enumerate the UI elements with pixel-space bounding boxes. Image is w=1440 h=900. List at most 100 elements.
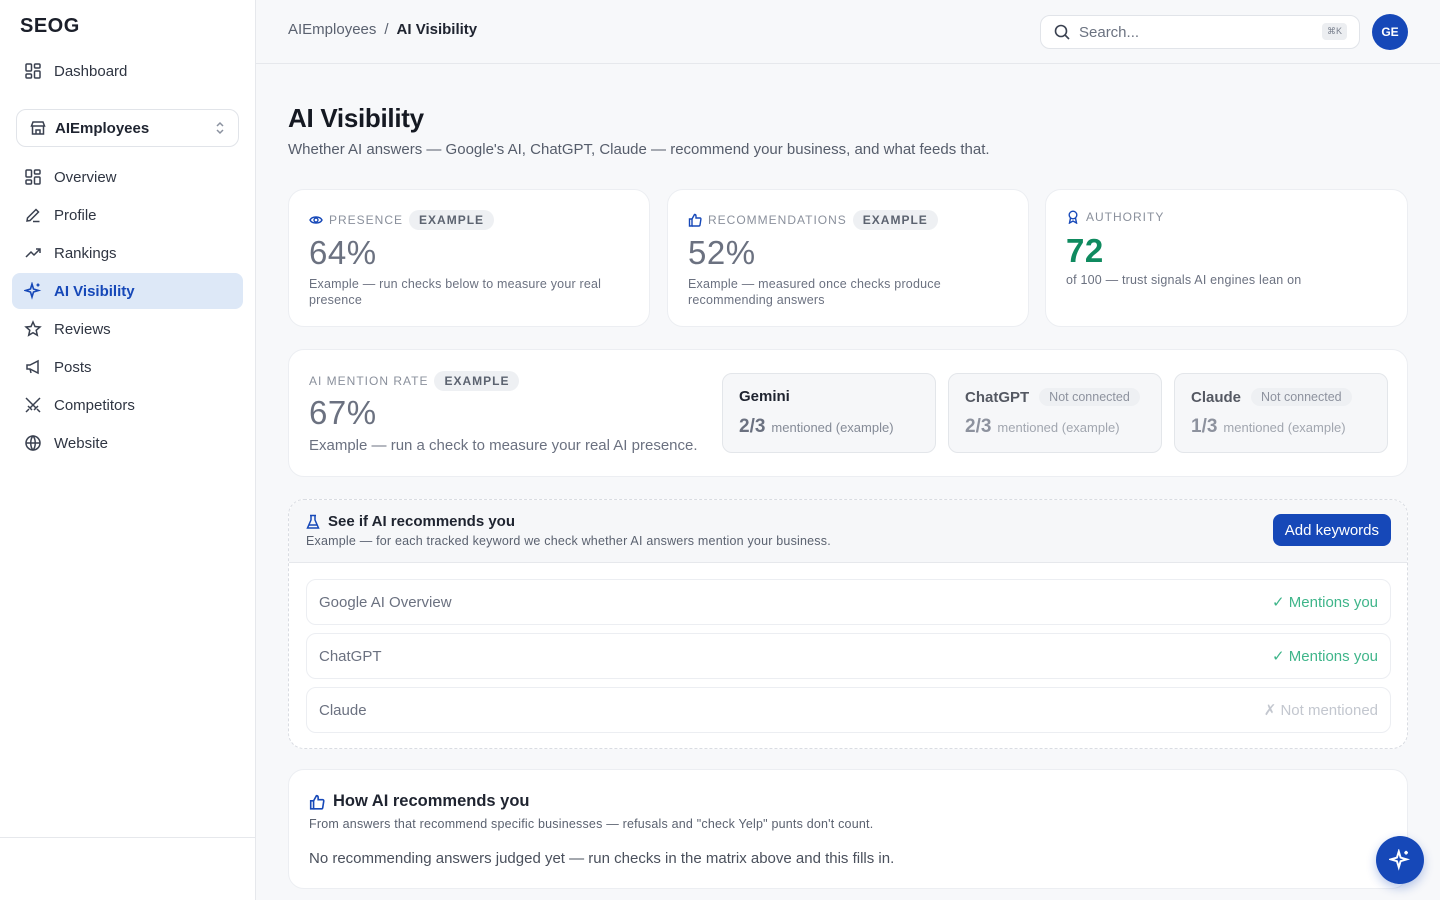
thumbs-up-icon bbox=[688, 213, 702, 227]
page-title: AI Visibility bbox=[288, 103, 424, 133]
example-badge: EXAMPLE bbox=[409, 210, 495, 230]
sidebar-item-label: Reviews bbox=[54, 320, 111, 338]
matrix-row[interactable]: Google AI Overview ✓ Mentions you bbox=[306, 579, 1391, 625]
swords-icon bbox=[24, 396, 42, 414]
engine-score-row: 2/3 mentioned (example) bbox=[965, 416, 1120, 438]
recommendations-note: Example — measured once checks produce r… bbox=[688, 277, 941, 307]
engine-score: 1/3 bbox=[1191, 416, 1218, 437]
sidebar-item-label: Posts bbox=[54, 358, 92, 376]
sidebar-item-reviews[interactable]: Reviews bbox=[12, 311, 243, 347]
matrix-header: See if AI recommends you Example — for e… bbox=[289, 500, 1407, 563]
engine-score: 2/3 bbox=[739, 416, 766, 437]
thumbs-up-icon bbox=[309, 794, 325, 810]
megaphone-icon bbox=[24, 358, 42, 376]
sidebar-item-rankings[interactable]: Rankings bbox=[12, 235, 243, 271]
recommendations-card: RECOMMENDATIONS EXAMPLE 52% Example — me… bbox=[667, 189, 1029, 327]
trend-icon bbox=[24, 244, 42, 262]
presence-label-row: PRESENCE EXAMPLE bbox=[309, 210, 495, 230]
ai-assistant-button[interactable] bbox=[1376, 836, 1424, 884]
breadcrumb-workspace[interactable]: AIEmployees bbox=[288, 21, 376, 38]
engine-score-row: 2/3 mentioned (example) bbox=[739, 416, 894, 438]
logo[interactable]: SEOG bbox=[20, 12, 80, 40]
presence-note: Example — run checks below to measure yo… bbox=[309, 277, 602, 307]
chevron-up-down-icon bbox=[214, 120, 226, 140]
mention-result: ✓ Mentions you bbox=[1272, 648, 1378, 665]
award-icon bbox=[1066, 210, 1080, 224]
mention-rate-label-row: AI MENTION RATE EXAMPLE bbox=[309, 371, 520, 391]
authority-label: AUTHORITY bbox=[1086, 210, 1165, 224]
engine-card-chatgpt[interactable]: ChatGPT Not connected 2/3 mentioned (exam… bbox=[948, 373, 1162, 453]
engine-name-row: Claude Not connected bbox=[1191, 388, 1352, 406]
authority-value: 72 bbox=[1066, 232, 1104, 269]
presence-card: PRESENCE EXAMPLE 64% Example — run check… bbox=[288, 189, 650, 327]
globe-icon bbox=[24, 434, 42, 452]
flask-icon bbox=[306, 514, 320, 530]
sidebar-item-overview[interactable]: Overview bbox=[12, 159, 243, 195]
mention-rate-label: AI MENTION RATE bbox=[309, 374, 429, 388]
matrix-title: See if AI recommends you bbox=[328, 513, 516, 530]
engine-score-suffix: mentioned (example) bbox=[997, 420, 1120, 435]
sidebar: SEOG Dashboard AIEmployees Overview Prof… bbox=[0, 0, 256, 900]
sidebar-item-label: Competitors bbox=[54, 396, 135, 414]
matrix-engine: Google AI Overview bbox=[319, 593, 452, 611]
sidebar-item-label: AI Visibility bbox=[54, 282, 135, 300]
mention-rate-value: 67% bbox=[309, 394, 377, 431]
search-shortcut: ⌘K bbox=[1321, 23, 1347, 40]
search-icon bbox=[1053, 23, 1071, 41]
sidebar-item-profile[interactable]: Profile bbox=[12, 197, 243, 233]
authority-note: of 100 — trust signals AI engines lean o… bbox=[1066, 273, 1302, 287]
matrix-engine: ChatGPT bbox=[319, 647, 382, 665]
not-connected-badge: Not connected bbox=[1251, 388, 1352, 406]
sidebar-item-label: Profile bbox=[54, 206, 97, 224]
grid-icon bbox=[24, 62, 42, 80]
matrix-title-row: See if AI recommends you bbox=[306, 513, 515, 530]
engine-name-row: ChatGPT Not connected bbox=[965, 388, 1140, 406]
engine-card-gemini[interactable]: Gemini 2/3 mentioned (example) bbox=[722, 373, 936, 453]
how-title: How AI recommends you bbox=[333, 792, 530, 810]
sidebar-item-dashboard[interactable]: Dashboard bbox=[12, 53, 243, 89]
sidebar-item-label: Dashboard bbox=[54, 62, 128, 80]
authority-label-row: AUTHORITY bbox=[1066, 210, 1164, 224]
engine-card-claude[interactable]: Claude Not connected 1/3 mentioned (examp… bbox=[1174, 373, 1388, 453]
workspace-switcher[interactable]: AIEmployees bbox=[16, 109, 239, 147]
engine-name: Claude bbox=[1191, 388, 1242, 406]
engine-name-row: Gemini bbox=[739, 388, 790, 405]
sidebar-item-website[interactable]: Website bbox=[12, 425, 243, 461]
mention-result: ✓ Mentions you bbox=[1272, 594, 1378, 611]
pen-icon bbox=[24, 206, 42, 224]
sidebar-item-label: Website bbox=[54, 434, 108, 452]
recommendations-value: 52% bbox=[688, 234, 756, 271]
grid-icon bbox=[24, 168, 42, 186]
matrix-row[interactable]: ChatGPT ✓ Mentions you bbox=[306, 633, 1391, 679]
sidebar-divider bbox=[0, 837, 255, 838]
engine-score-row: 1/3 mentioned (example) bbox=[1191, 416, 1346, 438]
example-badge: EXAMPLE bbox=[852, 210, 938, 230]
sidebar-item-competitors[interactable]: Competitors bbox=[12, 387, 243, 423]
authority-card: AUTHORITY 72 of 100 — trust signals AI e… bbox=[1045, 189, 1408, 327]
how-subtitle: From answers that recommend specific bus… bbox=[309, 817, 874, 831]
add-keywords-button[interactable]: Add keywords bbox=[1272, 514, 1391, 546]
presence-label: PRESENCE bbox=[329, 213, 404, 227]
mention-rate-card: AI MENTION RATE EXAMPLE 67% Example — ru… bbox=[288, 349, 1408, 477]
how-ai-recommends-card: How AI recommends you From answers that … bbox=[288, 769, 1408, 889]
sidebar-item-label: Overview bbox=[54, 168, 117, 186]
sidebar-item-posts[interactable]: Posts bbox=[12, 349, 243, 385]
search-input[interactable]: Search... ⌘K bbox=[1040, 15, 1360, 49]
sidebar-item-label: Rankings bbox=[54, 244, 117, 262]
sparkle-icon bbox=[24, 282, 42, 300]
engine-name: ChatGPT bbox=[965, 388, 1030, 406]
store-icon bbox=[29, 119, 47, 137]
matrix-row[interactable]: Claude ✗ Not mentioned bbox=[306, 687, 1391, 733]
matrix-subtitle: Example — for each tracked keyword we ch… bbox=[306, 534, 831, 548]
recommendations-label-row: RECOMMENDATIONS EXAMPLE bbox=[688, 210, 938, 230]
example-badge: EXAMPLE bbox=[434, 371, 520, 391]
not-connected-badge: Not connected bbox=[1039, 388, 1140, 406]
search-placeholder: Search... bbox=[1079, 23, 1140, 41]
star-icon bbox=[24, 320, 42, 338]
avatar[interactable]: GE bbox=[1372, 14, 1408, 50]
engine-score-suffix: mentioned (example) bbox=[771, 420, 894, 435]
breadcrumb-current: AI Visibility bbox=[396, 21, 478, 38]
page-subtitle: Whether AI answers — Google's AI, ChatGP… bbox=[288, 141, 990, 158]
recommendations-label: RECOMMENDATIONS bbox=[708, 213, 847, 227]
sidebar-item-ai-visibility[interactable]: AI Visibility bbox=[12, 273, 243, 309]
